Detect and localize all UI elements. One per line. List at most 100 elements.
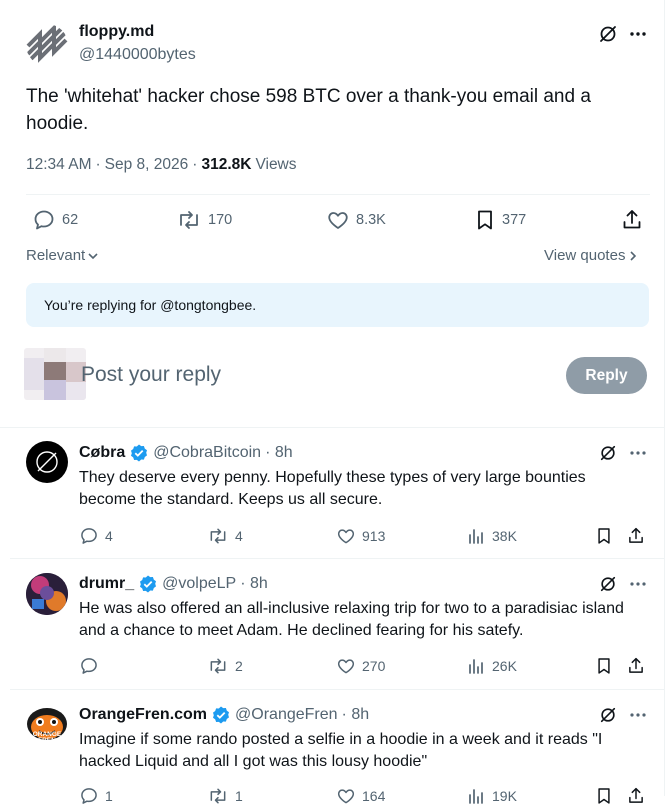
like-action[interactable]: 913 xyxy=(336,526,385,546)
reply-time[interactable]: · 8h xyxy=(342,706,370,724)
reply-count: 4 xyxy=(105,528,113,544)
grok-icon[interactable] xyxy=(599,444,617,462)
grok-icon[interactable] xyxy=(598,24,618,44)
author-avatar-logo xyxy=(26,24,68,66)
share-icon[interactable] xyxy=(627,656,645,676)
reply-button[interactable]: Reply xyxy=(566,357,647,394)
reply-avatar[interactable] xyxy=(26,573,68,615)
repost-action[interactable]: 2 xyxy=(207,656,243,676)
share-icon[interactable] xyxy=(627,526,645,546)
reply-action[interactable]: 62 xyxy=(32,208,78,232)
reply-action[interactable]: 4 xyxy=(79,526,113,546)
views-action[interactable]: 26K xyxy=(466,656,517,676)
share-icon[interactable] xyxy=(621,208,643,232)
chevron-down-icon xyxy=(88,252,98,259)
reply-avatar[interactable]: ORANGE FREN xyxy=(24,703,70,749)
meta-separator: · xyxy=(192,156,198,173)
verified-badge-icon xyxy=(140,575,157,593)
repost-icon xyxy=(180,211,198,229)
views-icon xyxy=(469,529,483,544)
repost-action[interactable]: 1 xyxy=(207,786,243,806)
reply-divider xyxy=(10,689,664,690)
bookmark-icon[interactable] xyxy=(595,786,613,806)
tweet-date[interactable]: Sep 8, 2026 xyxy=(105,156,189,174)
repost-icon xyxy=(210,788,226,804)
chevron-right-icon xyxy=(630,250,637,261)
views-action[interactable]: 38K xyxy=(466,526,517,546)
views-icon xyxy=(469,659,483,674)
tweet-time[interactable]: 12:34 AM xyxy=(26,156,92,174)
more-icon[interactable] xyxy=(629,31,647,37)
reply-author-handle[interactable]: @volpeLP xyxy=(162,575,236,593)
reply-header: OrangeFren.com @OrangeFren · 8h xyxy=(79,705,369,725)
reply-header: drumr_ @volpeLP · 8h xyxy=(79,574,268,594)
repost-count: 170 xyxy=(208,212,233,228)
reply-icon xyxy=(81,528,97,544)
like-icon xyxy=(337,789,355,804)
reply-author-name[interactable]: Cøbra xyxy=(79,444,125,462)
views-count: 312.8K xyxy=(201,156,252,173)
tweet-text: The 'whitehat' hacker chose 598 BTC over… xyxy=(26,86,591,134)
reply-time[interactable]: · 8h xyxy=(265,444,293,462)
orangefren-avatar-text: ORANGE FREN xyxy=(32,731,62,744)
author-handle[interactable]: @1440000bytes xyxy=(79,46,196,64)
views-icon xyxy=(469,789,483,804)
author-name[interactable]: floppy.md xyxy=(79,23,154,41)
view-quotes-label: View quotes xyxy=(544,247,626,264)
views-action[interactable]: 19K xyxy=(466,786,517,806)
reply-time[interactable]: · 8h xyxy=(240,575,268,593)
more-icon[interactable] xyxy=(629,581,647,587)
repost-action[interactable]: 4 xyxy=(207,526,243,546)
reply-author-name[interactable]: OrangeFren.com xyxy=(79,706,207,724)
reply-text: Imagine if some rando posted a selfie in… xyxy=(79,731,603,770)
reply-action[interactable] xyxy=(79,656,105,676)
reply-icon xyxy=(34,210,54,230)
views-count: 26K xyxy=(492,658,517,674)
grok-icon[interactable] xyxy=(599,706,617,724)
bookmark-icon[interactable] xyxy=(595,656,613,676)
reply-text: He was also offered an all-inclusive rel… xyxy=(79,600,624,639)
repost-icon xyxy=(210,658,226,674)
repost-count: 2 xyxy=(235,658,243,674)
like-action[interactable]: 164 xyxy=(336,786,385,806)
drumr-avatar-photo xyxy=(26,573,68,615)
like-count: 913 xyxy=(362,528,386,544)
view-quotes-link[interactable]: View quotes xyxy=(544,247,638,264)
reply-author-handle[interactable]: @OrangeFren xyxy=(235,706,338,724)
reply-avatar[interactable] xyxy=(26,441,68,483)
reply-icon xyxy=(81,658,97,674)
reply-icon xyxy=(81,788,97,804)
composer-divider xyxy=(0,427,664,428)
like-icon xyxy=(337,529,355,544)
reply-author-handle[interactable]: @CobraBitcoin xyxy=(153,444,261,462)
grok-icon[interactable] xyxy=(599,575,617,593)
replying-notice-text: You’re replying for @tongtongbee. xyxy=(44,297,257,313)
like-icon xyxy=(337,659,355,674)
bookmark-icon[interactable] xyxy=(595,526,613,546)
more-icon[interactable] xyxy=(629,450,647,456)
reply-count: 1 xyxy=(105,788,113,804)
reply-text: They deserve every penny. Hopefully thes… xyxy=(79,469,586,508)
bookmark-action[interactable]: 377 xyxy=(474,208,526,232)
more-icon[interactable] xyxy=(629,712,647,718)
repost-action[interactable]: 170 xyxy=(176,208,232,232)
meta-separator: · xyxy=(95,156,101,173)
reply-count: 62 xyxy=(62,212,79,228)
reply-action[interactable]: 1 xyxy=(79,786,113,806)
bookmark-icon xyxy=(478,210,492,230)
replying-notice: You’re replying for @tongtongbee. xyxy=(26,283,649,327)
sort-dropdown[interactable]: Relevant xyxy=(26,247,99,264)
reply-input[interactable]: Post your reply xyxy=(81,363,221,387)
like-count: 164 xyxy=(362,788,386,804)
reply-divider xyxy=(10,558,664,559)
reply-author-name[interactable]: drumr_ xyxy=(79,575,134,593)
like-action[interactable]: 8.3K xyxy=(326,208,386,232)
like-icon xyxy=(328,212,348,229)
composer-avatar xyxy=(24,348,86,400)
verified-badge-icon xyxy=(131,444,148,462)
share-icon[interactable] xyxy=(627,786,645,806)
author-avatar[interactable] xyxy=(26,24,68,66)
like-action[interactable]: 270 xyxy=(336,656,385,676)
meta-divider xyxy=(26,194,650,195)
views-count: 19K xyxy=(492,788,517,804)
